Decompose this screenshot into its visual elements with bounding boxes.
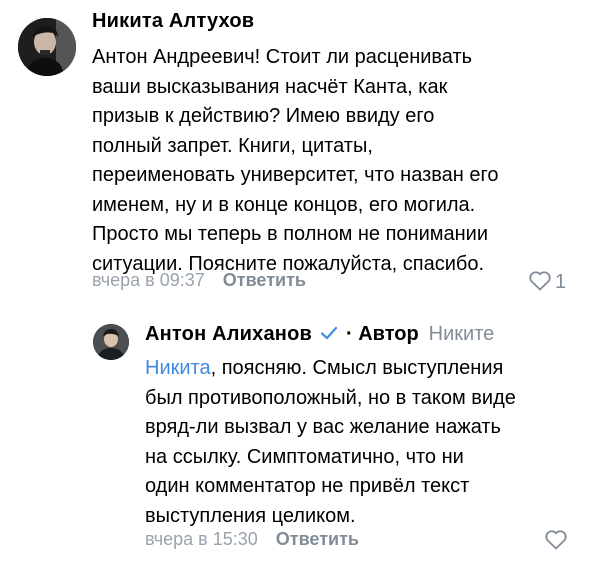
comment-text-line: вряд-ли вызвал у вас желание нажать: [145, 416, 501, 438]
comment-text-line: ваши высказывания насчёт Канта, как: [92, 75, 448, 98]
avatar[interactable]: [93, 324, 129, 360]
comment-meta: вчера в 15:30 Ответить: [145, 529, 359, 550]
comment-meta: вчера в 09:37 Ответить: [92, 270, 306, 291]
comment-text-line: Просто мы теперь в полном не понимании: [92, 223, 489, 245]
comment-text: Антон Андреевич! Стоит ли расценивать ва…: [92, 43, 572, 279]
like-button[interactable]: 1: [528, 269, 566, 296]
like-button[interactable]: [544, 528, 568, 555]
comment-text-line: Антон Андреевич! Стоит ли расценивать: [92, 46, 473, 68]
author-role: · Автор: [346, 323, 419, 345]
author-name[interactable]: Никита Алтухов: [92, 10, 254, 33]
comment-text-line: переименовать университет, что назван ег…: [92, 164, 499, 186]
comment-text-line: на ссылку. Симптоматично, что ни: [145, 445, 464, 468]
mention-link[interactable]: Никита: [145, 357, 211, 379]
comment-text-line: призыв к действию? Имею ввиду его: [92, 105, 435, 127]
comment-text-fragment: , поясняю. Смысл выступления: [210, 357, 504, 379]
comment: Никита Алтухов Антон Андреевич! Стоит ли…: [0, 0, 591, 310]
heart-outline-icon: [544, 528, 568, 555]
author-name[interactable]: Антон Алиханов: [145, 323, 312, 346]
avatar[interactable]: [18, 18, 76, 76]
comment-text-line: был противоположный, но в таком виде: [145, 386, 516, 409]
reply-comment: Антон Алиханов · Автор Никите Никита, по…: [0, 310, 591, 570]
checkmark-icon: [320, 324, 338, 342]
comment-text-line: полный запрет. Книги, цитаты,: [92, 134, 373, 157]
reply-button[interactable]: Ответить: [276, 529, 359, 550]
timestamp[interactable]: вчера в 15:30: [145, 529, 258, 550]
timestamp[interactable]: вчера в 09:37: [92, 270, 205, 291]
comment-text: Никита, поясняю. Смысл выступления был п…: [145, 354, 585, 531]
comment-text-line: именем, ну и в конце концов, его могила.: [92, 193, 476, 216]
like-count: 1: [555, 271, 567, 293]
comment-text-line: Никита, поясняю. Смысл выступления: [145, 354, 585, 384]
author-line: Антон Алиханов · Автор Никите: [145, 322, 494, 346]
heart-outline-icon: [528, 269, 552, 296]
comment-text-line: выступления целиком.: [145, 504, 356, 527]
comment-text-line: один комментатор не привёл текст: [145, 475, 470, 497]
reply-button[interactable]: Ответить: [223, 270, 306, 291]
reply-to[interactable]: Никите: [429, 323, 495, 346]
